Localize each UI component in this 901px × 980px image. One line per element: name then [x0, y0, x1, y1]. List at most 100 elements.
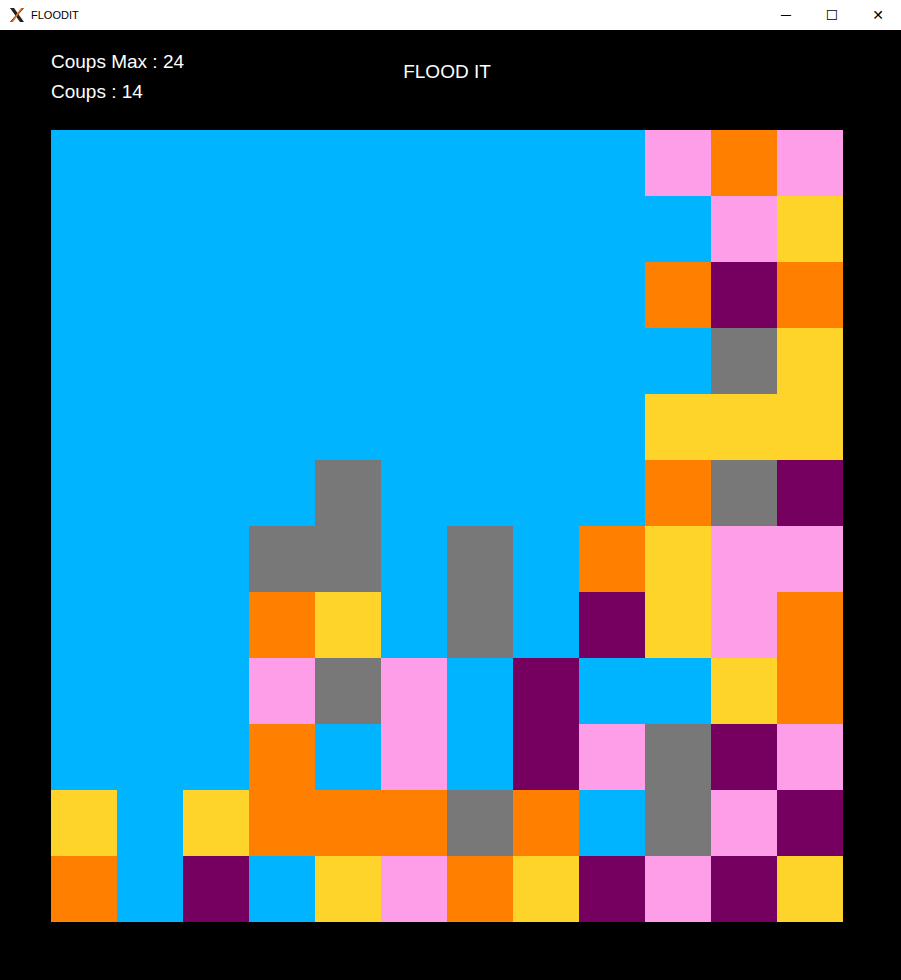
- board-cell[interactable]: [777, 526, 843, 592]
- board-cell[interactable]: [249, 790, 315, 856]
- board-cell[interactable]: [513, 790, 579, 856]
- board-cell[interactable]: [711, 460, 777, 526]
- board-cell[interactable]: [381, 526, 447, 592]
- board-cell[interactable]: [777, 790, 843, 856]
- board-cell[interactable]: [51, 526, 117, 592]
- board-cell[interactable]: [711, 130, 777, 196]
- board-cell[interactable]: [711, 856, 777, 922]
- board-cell[interactable]: [183, 262, 249, 328]
- board-cell[interactable]: [513, 658, 579, 724]
- board-cell[interactable]: [51, 592, 117, 658]
- board-cell[interactable]: [117, 394, 183, 460]
- board-cell[interactable]: [777, 724, 843, 790]
- board-cell[interactable]: [249, 592, 315, 658]
- board-cell[interactable]: [117, 790, 183, 856]
- board-cell[interactable]: [447, 328, 513, 394]
- board-cell[interactable]: [711, 328, 777, 394]
- board-cell[interactable]: [711, 394, 777, 460]
- board-cell[interactable]: [183, 526, 249, 592]
- board-cell[interactable]: [579, 328, 645, 394]
- board-cell[interactable]: [711, 790, 777, 856]
- board-cell[interactable]: [381, 262, 447, 328]
- board-cell[interactable]: [117, 460, 183, 526]
- board-cell[interactable]: [711, 658, 777, 724]
- board-cell[interactable]: [315, 262, 381, 328]
- board-cell[interactable]: [513, 724, 579, 790]
- board-cell[interactable]: [117, 658, 183, 724]
- board-cell[interactable]: [447, 724, 513, 790]
- board-cell[interactable]: [183, 790, 249, 856]
- board-cell[interactable]: [315, 592, 381, 658]
- board-cell[interactable]: [447, 592, 513, 658]
- board-cell[interactable]: [579, 262, 645, 328]
- board-cell[interactable]: [579, 790, 645, 856]
- board-cell[interactable]: [777, 394, 843, 460]
- board-cell[interactable]: [777, 196, 843, 262]
- board-cell[interactable]: [249, 262, 315, 328]
- board-cell[interactable]: [645, 526, 711, 592]
- board-cell[interactable]: [117, 196, 183, 262]
- board-cell[interactable]: [645, 460, 711, 526]
- board-cell[interactable]: [645, 790, 711, 856]
- board-cell[interactable]: [447, 196, 513, 262]
- board-cell[interactable]: [315, 328, 381, 394]
- board-cell[interactable]: [513, 196, 579, 262]
- board-cell[interactable]: [381, 856, 447, 922]
- board-cell[interactable]: [51, 724, 117, 790]
- board-cell[interactable]: [51, 394, 117, 460]
- board-cell[interactable]: [579, 724, 645, 790]
- board-cell[interactable]: [249, 394, 315, 460]
- board-cell[interactable]: [249, 328, 315, 394]
- board-cell[interactable]: [51, 790, 117, 856]
- board-cell[interactable]: [183, 592, 249, 658]
- board-cell[interactable]: [645, 724, 711, 790]
- board-cell[interactable]: [183, 460, 249, 526]
- board-cell[interactable]: [579, 658, 645, 724]
- board-cell[interactable]: [381, 130, 447, 196]
- board-cell[interactable]: [315, 856, 381, 922]
- board-cell[interactable]: [117, 724, 183, 790]
- board-cell[interactable]: [645, 394, 711, 460]
- board-cell[interactable]: [381, 460, 447, 526]
- board-cell[interactable]: [315, 460, 381, 526]
- board-cell[interactable]: [579, 460, 645, 526]
- board-cell[interactable]: [249, 460, 315, 526]
- board-cell[interactable]: [249, 658, 315, 724]
- board-cell[interactable]: [381, 196, 447, 262]
- board-cell[interactable]: [777, 130, 843, 196]
- board-cell[interactable]: [711, 592, 777, 658]
- board-cell[interactable]: [315, 526, 381, 592]
- board-cell[interactable]: [447, 658, 513, 724]
- board-cell[interactable]: [645, 658, 711, 724]
- board-cell[interactable]: [579, 394, 645, 460]
- board-cell[interactable]: [381, 592, 447, 658]
- board-cell[interactable]: [315, 658, 381, 724]
- board-cell[interactable]: [513, 526, 579, 592]
- board-cell[interactable]: [645, 196, 711, 262]
- board-cell[interactable]: [777, 328, 843, 394]
- board-cell[interactable]: [711, 526, 777, 592]
- board-cell[interactable]: [315, 724, 381, 790]
- board-cell[interactable]: [51, 130, 117, 196]
- board-cell[interactable]: [51, 658, 117, 724]
- board-cell[interactable]: [381, 658, 447, 724]
- board-cell[interactable]: [447, 394, 513, 460]
- board-cell[interactable]: [117, 856, 183, 922]
- board-cell[interactable]: [381, 790, 447, 856]
- board-cell[interactable]: [513, 262, 579, 328]
- board-cell[interactable]: [183, 394, 249, 460]
- board-cell[interactable]: [777, 592, 843, 658]
- board-cell[interactable]: [513, 856, 579, 922]
- window-control-button[interactable]: ☐: [809, 0, 855, 30]
- board-cell[interactable]: [645, 856, 711, 922]
- board-cell[interactable]: [183, 658, 249, 724]
- board-cell[interactable]: [51, 196, 117, 262]
- board-cell[interactable]: [117, 130, 183, 196]
- board-cell[interactable]: [117, 526, 183, 592]
- board-cell[interactable]: [117, 592, 183, 658]
- board-cell[interactable]: [183, 856, 249, 922]
- board-cell[interactable]: [645, 328, 711, 394]
- board-cell[interactable]: [711, 196, 777, 262]
- board-cell[interactable]: [183, 724, 249, 790]
- board-cell[interactable]: [249, 856, 315, 922]
